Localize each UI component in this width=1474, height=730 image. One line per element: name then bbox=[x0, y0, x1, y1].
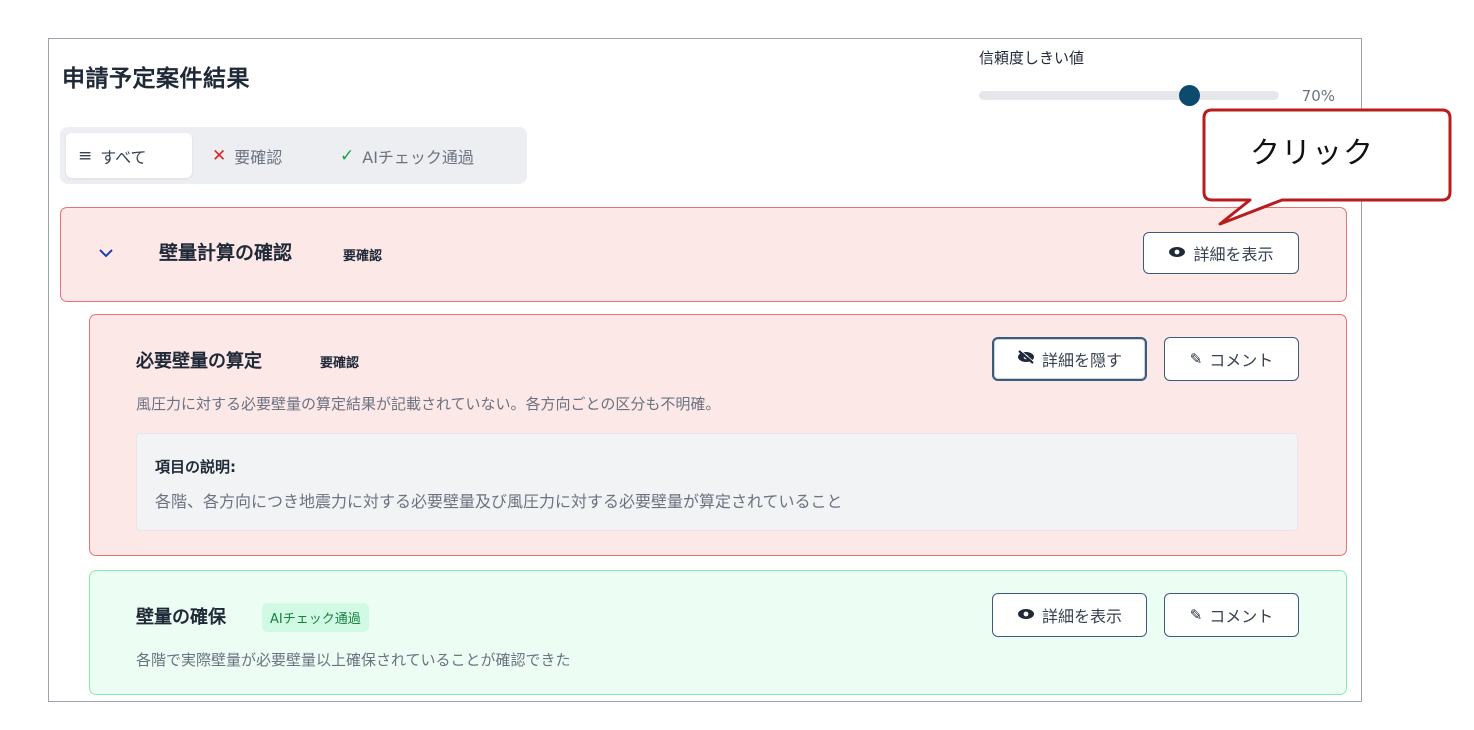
list-icon: ≡ bbox=[78, 145, 93, 166]
filter-tabs: ≡ すべて ✕ 要確認 ✓ AIチェック通過 bbox=[60, 127, 527, 184]
eye-icon bbox=[1168, 244, 1186, 262]
item-description: 各階で実際壁量が必要壁量以上確保されていることが確認できた bbox=[136, 651, 571, 669]
status-badge: 要確認 bbox=[343, 249, 383, 264]
button-label: コメント bbox=[1209, 351, 1274, 370]
explanation-label: 項目の説明: bbox=[155, 458, 236, 476]
button-label: 詳細を表示 bbox=[1041, 607, 1122, 626]
confidence-threshold: 信頼度しきい値 70% bbox=[979, 47, 1349, 107]
pencil-icon: ✎ bbox=[1189, 350, 1203, 368]
callout-text: クリック bbox=[1250, 136, 1374, 171]
item-title: 壁量の確保 bbox=[136, 607, 226, 628]
show-details-button[interactable]: 詳細を表示 bbox=[1143, 232, 1299, 274]
item-explanation: 項目の説明: 各階、各方向につき地震力に対する必要壁量及び風圧力に対する必要壁量… bbox=[136, 433, 1298, 531]
eye-icon bbox=[1017, 606, 1035, 624]
item-title: 必要壁量の算定 bbox=[136, 351, 262, 372]
tab-label: 要確認 bbox=[234, 147, 283, 167]
slider-thumb[interactable] bbox=[1179, 85, 1200, 106]
status-badge: AIチェック通過 bbox=[262, 603, 369, 632]
check-icon: ✓ bbox=[340, 145, 355, 166]
comment-button[interactable]: ✎ コメント bbox=[1164, 337, 1299, 381]
button-label: コメント bbox=[1209, 607, 1274, 626]
eye-off-icon bbox=[1017, 349, 1035, 368]
chevron-down-icon[interactable] bbox=[99, 242, 113, 263]
threshold-slider[interactable] bbox=[979, 85, 1279, 106]
hide-details-button[interactable]: 詳細を隠す bbox=[992, 337, 1147, 381]
threshold-value: 70% bbox=[1301, 87, 1335, 105]
section-title: 壁量計算の確認 bbox=[159, 242, 293, 264]
page-title: 申請予定案件結果 bbox=[62, 66, 250, 92]
item-card-passed: 壁量の確保 AIチェック通過 各階で実際壁量が必要壁量以上確保されていることが確… bbox=[89, 570, 1347, 695]
show-details-button[interactable]: 詳細を表示 bbox=[992, 593, 1147, 637]
status-badge: 要確認 bbox=[320, 356, 360, 371]
button-label: 詳細を隠す bbox=[1041, 351, 1122, 370]
tab-label: AIチェック通過 bbox=[362, 147, 474, 167]
threshold-label: 信頼度しきい値 bbox=[979, 49, 1085, 67]
tab-ai-passed[interactable]: ✓ AIチェック通過 bbox=[328, 133, 518, 178]
tab-all[interactable]: ≡ すべて bbox=[66, 133, 192, 178]
item-card-review: 必要壁量の算定 要確認 風圧力に対する必要壁量の算定結果が記載されていない。各方… bbox=[89, 314, 1347, 556]
section-header[interactable]: 壁量計算の確認 要確認 詳細を表示 bbox=[60, 207, 1347, 302]
results-panel: 申請予定案件結果 信頼度しきい値 70% ≡ すべて ✕ 要確認 ✓ AIチェッ… bbox=[48, 38, 1362, 702]
comment-button[interactable]: ✎ コメント bbox=[1164, 593, 1299, 637]
button-label: 詳細を表示 bbox=[1193, 245, 1274, 264]
x-icon: ✕ bbox=[212, 145, 227, 166]
item-description: 風圧力に対する必要壁量の算定結果が記載されていない。各方向ごとの区分も不明確。 bbox=[136, 395, 721, 413]
tab-label: すべて bbox=[100, 147, 147, 167]
tab-needs-review[interactable]: ✕ 要確認 bbox=[200, 133, 320, 178]
explanation-text: 各階、各方向につき地震力に対する必要壁量及び風圧力に対する必要壁量が算定されてい… bbox=[155, 492, 843, 511]
pencil-icon: ✎ bbox=[1189, 606, 1203, 624]
